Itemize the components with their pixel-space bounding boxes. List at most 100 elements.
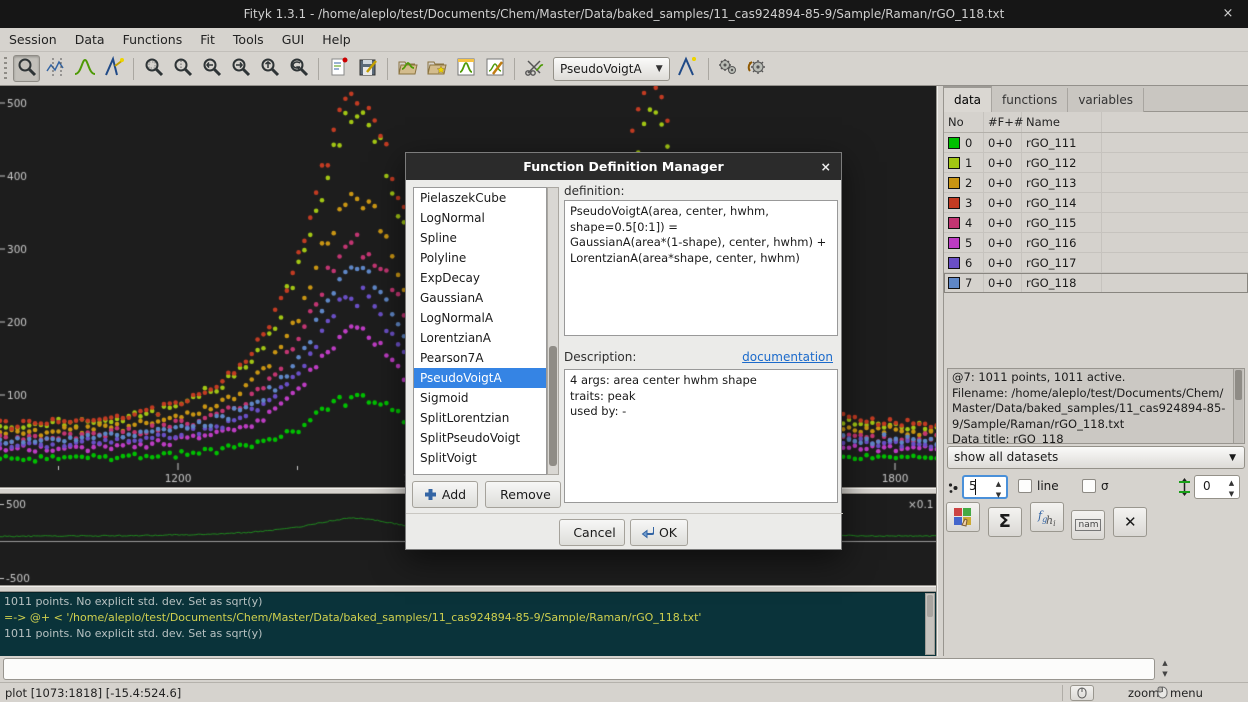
copy-functions-button[interactable]: fghi: [1030, 502, 1064, 532]
function-item-ExpDecay[interactable]: ExpDecay: [414, 268, 546, 288]
function-list[interactable]: PielaszekCubeLogNormalSplinePolylineExpD…: [413, 187, 547, 475]
menu-gui[interactable]: GUI: [273, 28, 314, 52]
dataset-row-rGO_118[interactable]: 70+0rGO_118: [944, 273, 1248, 293]
checkbox-icon[interactable]: [1082, 479, 1096, 493]
zoom-up-button[interactable]: [256, 55, 283, 82]
info-scrollbar-thumb[interactable]: [1235, 370, 1242, 400]
function-item-SplitPseudoVoigt[interactable]: SplitPseudoVoigt: [414, 428, 546, 448]
tab-variables[interactable]: variables: [1068, 88, 1144, 113]
dataset-color-swatch[interactable]: [948, 157, 960, 169]
open-data-merge-button[interactable]: [423, 55, 450, 82]
function-item-Pearson7A[interactable]: Pearson7A: [414, 348, 546, 368]
dataset-color-swatch[interactable]: [948, 277, 960, 289]
rename-dataset-button[interactable]: nam: [1071, 510, 1105, 540]
dataset-color-swatch[interactable]: [948, 197, 960, 209]
plot-splitter-bottom[interactable]: [0, 585, 936, 592]
function-item-SplitVoigt[interactable]: SplitVoigt: [414, 448, 546, 468]
dataset-row-rGO_112[interactable]: 10+0rGO_112: [944, 153, 1248, 173]
dialog-close-icon[interactable]: ×: [821, 153, 831, 180]
cancel-button[interactable]: Cancel: [559, 519, 625, 546]
right-button-hint: menu: [1170, 686, 1203, 700]
ok-button[interactable]: OK: [630, 519, 688, 546]
dataset-row-rGO_114[interactable]: 30+0rGO_114: [944, 193, 1248, 213]
menu-tools[interactable]: Tools: [224, 28, 273, 52]
dataset-row-rGO_115[interactable]: 40+0rGO_115: [944, 213, 1248, 233]
shift-arrows[interactable]: ▲▼: [1225, 478, 1238, 500]
undo-fit-button[interactable]: [744, 55, 771, 82]
delete-dataset-button[interactable]: ✕: [1113, 507, 1147, 537]
function-item-Sigmoid[interactable]: Sigmoid: [414, 388, 546, 408]
data-table-button[interactable]: [452, 55, 479, 82]
activate-function-mode-button[interactable]: [100, 55, 127, 82]
console-scrollbar[interactable]: [925, 593, 935, 655]
undo-zoom-button[interactable]: [285, 55, 312, 82]
checkbox-icon[interactable]: [1018, 479, 1032, 493]
tab-functions[interactable]: functions: [992, 88, 1068, 113]
save-session-button[interactable]: [354, 55, 381, 82]
function-item-PseudoVoigtA[interactable]: PseudoVoigtA: [414, 368, 546, 388]
dataset-color-swatch[interactable]: [948, 257, 960, 269]
shift-spinner[interactable]: 0 ▲▼: [1194, 475, 1240, 499]
sigma-icon: Σ: [999, 511, 1011, 532]
open-data-button[interactable]: [394, 55, 421, 82]
command-input[interactable]: [3, 658, 1155, 680]
dataset-filter-select[interactable]: show all datasets ▼: [947, 446, 1245, 469]
function-item-LorentzianA[interactable]: LorentzianA: [414, 328, 546, 348]
point-size-arrows[interactable]: ▲▼: [992, 479, 1005, 501]
mouse-hints-button[interactable]: [1070, 685, 1094, 701]
zoom-left-button[interactable]: [198, 55, 225, 82]
function-item-Spline[interactable]: Spline: [414, 228, 546, 248]
menu-session[interactable]: Session: [0, 28, 66, 52]
function-list-scrollbar-thumb[interactable]: [549, 346, 557, 466]
dataset-color-swatch[interactable]: [948, 237, 960, 249]
dataset-color-swatch[interactable]: [948, 137, 960, 149]
command-history-spinner[interactable]: ▲ ▼: [1157, 658, 1173, 680]
menu-help[interactable]: Help: [313, 28, 360, 52]
spin-down-icon[interactable]: ▼: [1157, 669, 1173, 680]
function-item-LogNormalA[interactable]: LogNormalA: [414, 308, 546, 328]
zoom-all-button[interactable]: [140, 55, 167, 82]
menu-functions[interactable]: Functions: [114, 28, 192, 52]
documentation-link[interactable]: documentation: [742, 350, 833, 364]
remove-button[interactable]: Remove: [485, 481, 561, 508]
data-transform-button[interactable]: [521, 55, 548, 82]
menu-data[interactable]: Data: [66, 28, 114, 52]
function-item-Polyline[interactable]: Polyline: [414, 248, 546, 268]
dataset-colors-button[interactable]: [946, 502, 980, 532]
zoom-mode-button[interactable]: [13, 55, 40, 82]
dataset-row-rGO_117[interactable]: 60+0rGO_117: [944, 253, 1248, 273]
function-item-LogNormal[interactable]: LogNormal: [414, 208, 546, 228]
dialog-titlebar[interactable]: Function Definition Manager ×: [406, 153, 841, 180]
line-checkbox[interactable]: line: [1018, 479, 1059, 493]
add-peak-mode-button[interactable]: [71, 55, 98, 82]
dataset-color-swatch[interactable]: [948, 217, 960, 229]
dataset-row-rGO_116[interactable]: 50+0rGO_116: [944, 233, 1248, 253]
function-item-PielaszekCube[interactable]: PielaszekCube: [414, 188, 546, 208]
sum-datasets-button[interactable]: Σ: [988, 507, 1022, 537]
window-close-icon[interactable]: ×: [1218, 6, 1238, 21]
run-fit-button[interactable]: [715, 55, 742, 82]
zoom-vertical-button[interactable]: [169, 55, 196, 82]
add-function-button[interactable]: [675, 55, 702, 82]
spin-up-icon[interactable]: ▲: [1157, 658, 1173, 669]
function-item-GaussianA[interactable]: GaussianA: [414, 288, 546, 308]
function-item-SplitLorentzian[interactable]: SplitLorentzian: [414, 408, 546, 428]
sigma-checkbox[interactable]: σ: [1082, 479, 1109, 493]
menu-fit[interactable]: Fit: [191, 28, 224, 52]
dataset-color-swatch[interactable]: [948, 177, 960, 189]
data-range-mode-button[interactable]: [42, 55, 69, 82]
dataset-row-rGO_113[interactable]: 20+0rGO_113: [944, 173, 1248, 193]
function-type-select[interactable]: PseudoVoigtA ▼: [553, 57, 670, 81]
info-scrollbar[interactable]: [1233, 369, 1243, 443]
add-button[interactable]: Add: [412, 481, 478, 508]
console-scrollbar-thumb[interactable]: [927, 595, 933, 617]
tab-data[interactable]: data: [944, 86, 992, 112]
function-list-scrollbar[interactable]: [547, 187, 559, 475]
definition-textarea[interactable]: PseudoVoigtA(area, center, hwhm, shape=0…: [564, 200, 838, 336]
edit-script-button[interactable]: [325, 55, 352, 82]
zoom-right-button[interactable]: [227, 55, 254, 82]
sidebar-splitter[interactable]: [936, 86, 944, 656]
dataset-row-rGO_111[interactable]: 00+0rGO_111: [944, 133, 1248, 153]
point-size-spinner[interactable]: 5 ▲▼: [962, 475, 1008, 499]
data-editor-button[interactable]: [481, 55, 508, 82]
